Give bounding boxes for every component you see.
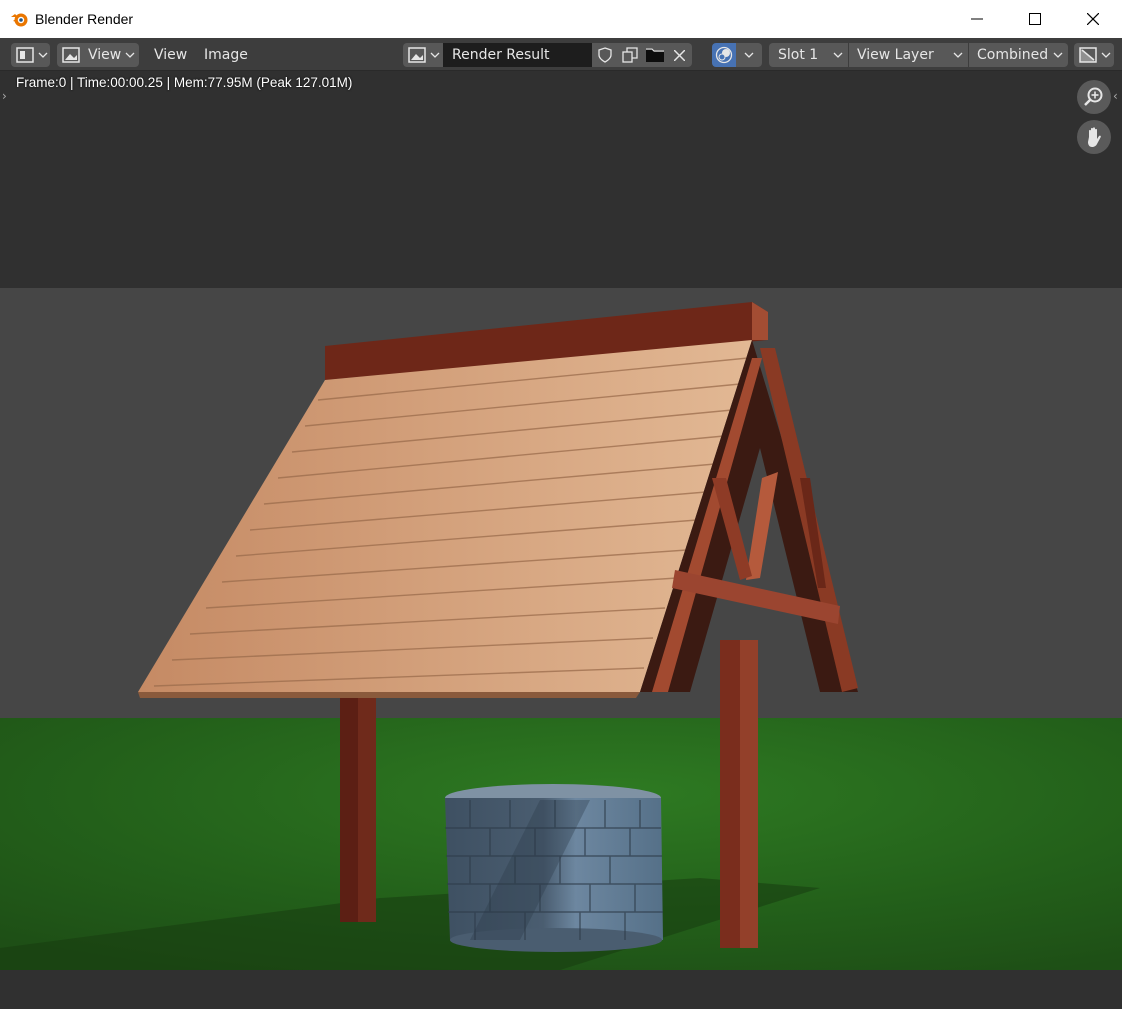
close-icon (1087, 13, 1099, 25)
chevron-down-icon (953, 52, 963, 58)
minimize-icon (971, 18, 983, 20)
view-dropdown-label: View (88, 47, 122, 63)
render-info-text: Frame:0 | Time:00:00.25 | Mem:77.95M (Pe… (16, 75, 353, 90)
display-mode-dropdown[interactable] (736, 43, 762, 67)
unlink-image-button[interactable] (667, 43, 692, 67)
well-render-svg (0, 288, 1122, 970)
image-editor-icon (16, 47, 34, 63)
maximize-button[interactable] (1006, 0, 1064, 38)
open-image-button[interactable] (642, 43, 667, 67)
chevron-down-icon (125, 52, 135, 58)
pan-gizmo[interactable] (1077, 120, 1111, 154)
display-mode-button[interactable] (712, 43, 736, 67)
image-editor-header: View View Image Render Result Slot 1 Vie… (0, 38, 1122, 71)
left-toolbar-toggle[interactable]: › (2, 89, 7, 103)
menu-image[interactable]: Image (204, 43, 248, 67)
image-name-field[interactable]: Render Result (443, 43, 592, 67)
render-pass-label: Combined (977, 47, 1049, 63)
fake-user-button[interactable] (592, 43, 617, 67)
blender-logo-icon (11, 13, 28, 27)
image-icon (62, 47, 80, 63)
view-layer-dropdown[interactable]: View Layer (849, 43, 968, 67)
chevron-down-icon (744, 52, 754, 58)
zoom-gizmo[interactable] (1077, 80, 1111, 114)
browse-image-button[interactable] (403, 43, 443, 67)
display-channels-icon (715, 46, 733, 64)
zoom-icon (1084, 87, 1103, 106)
image-browse-icon (408, 47, 426, 63)
maximize-icon (1029, 13, 1041, 25)
window-titlebar: Blender Render (0, 0, 1122, 38)
render-result-image (0, 288, 1122, 970)
duplicate-image-button[interactable] (617, 43, 642, 67)
right-sidebar-toggle[interactable]: ‹ (1113, 89, 1118, 103)
render-pass-dropdown[interactable]: Combined (969, 43, 1068, 67)
sample-tool-icon (1079, 47, 1097, 63)
view-dropdown[interactable]: View (57, 43, 139, 67)
chevron-down-icon (1101, 52, 1111, 58)
chevron-down-icon (833, 52, 843, 58)
slot-dropdown[interactable]: Slot 1 (769, 43, 848, 67)
folder-icon (645, 48, 664, 62)
slot-label: Slot 1 (778, 47, 819, 63)
minimize-button[interactable] (948, 0, 1006, 38)
chevron-down-icon (1053, 52, 1063, 58)
shield-icon (597, 47, 612, 63)
view-layer-label: View Layer (857, 47, 934, 63)
hand-pan-icon (1088, 127, 1101, 147)
close-icon (674, 49, 685, 61)
image-viewport[interactable]: › ‹ (0, 72, 1122, 1009)
duplicate-icon (621, 47, 638, 63)
sample-tool-button[interactable] (1074, 43, 1114, 67)
editor-type-button[interactable] (11, 43, 50, 67)
menu-view[interactable]: View (154, 43, 187, 67)
close-window-button[interactable] (1064, 0, 1122, 38)
chevron-down-icon (38, 52, 48, 58)
chevron-down-icon (430, 52, 440, 58)
window-title: Blender Render (35, 11, 134, 27)
